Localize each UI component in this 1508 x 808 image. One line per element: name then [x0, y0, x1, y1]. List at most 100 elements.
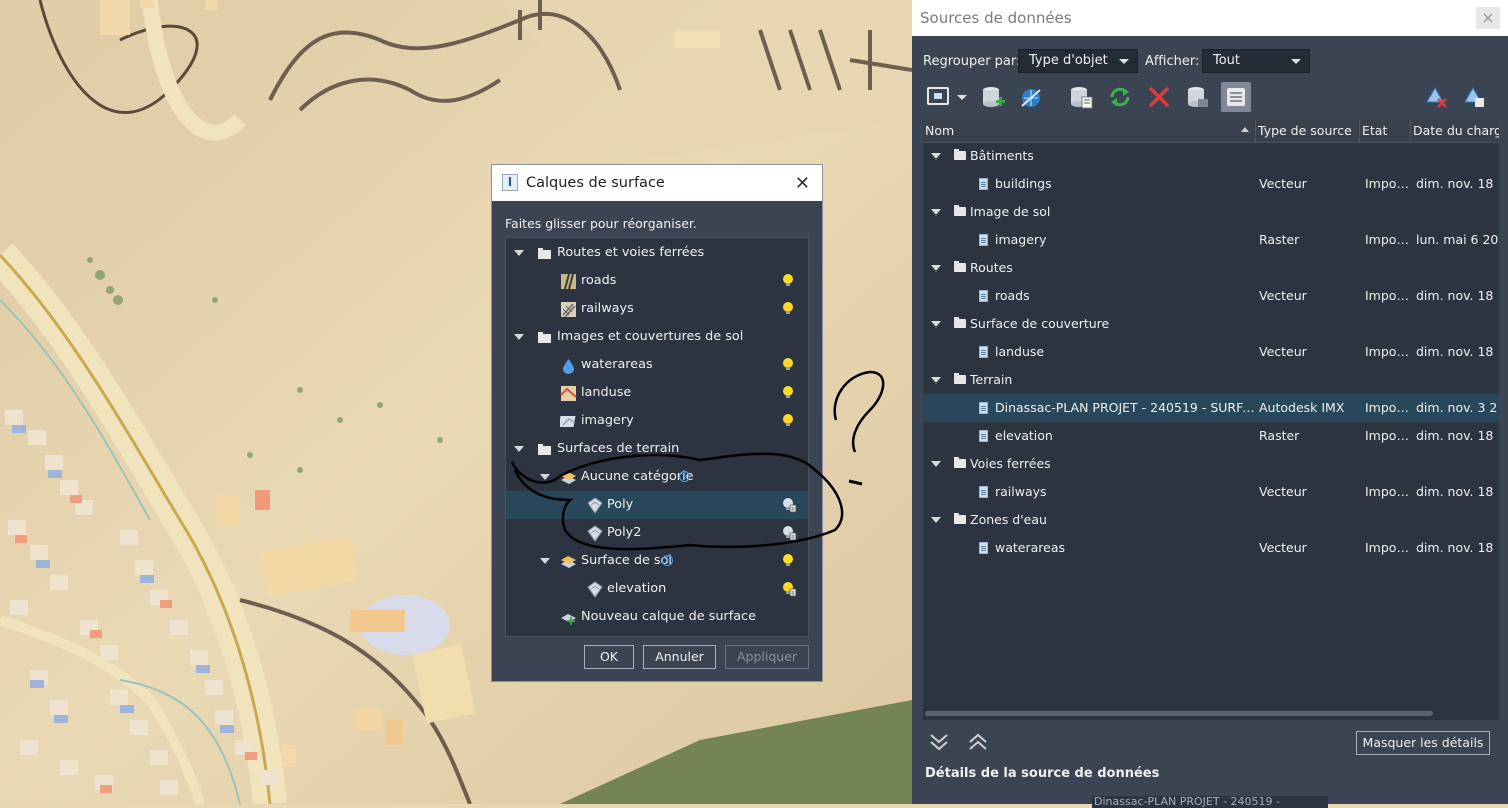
datasource-row[interactable]: buildings Vecteur Importé dim. nov. 18: [923, 170, 1499, 198]
layer-tree-item[interactable]: Images et couvertures de sol: [506, 323, 808, 351]
connect-datasource-button[interactable]: [1016, 82, 1046, 112]
column-header-name[interactable]: Nom: [923, 120, 1256, 142]
remove-style-button[interactable]: [1421, 82, 1451, 112]
data-sources-grid: Nom Type de source Etat Date du charg Bâ…: [923, 120, 1499, 720]
visibility-bulb-icon[interactable]: [782, 553, 796, 569]
collapse-icon[interactable]: [931, 321, 941, 327]
visibility-bulb-icon[interactable]: [782, 301, 796, 317]
collapse-icon[interactable]: [931, 265, 941, 271]
show-select[interactable]: Tout: [1202, 49, 1310, 73]
document-icon: [979, 290, 988, 302]
group-row[interactable]: Image de sol: [923, 198, 1499, 226]
visibility-bulb-icon[interactable]: [782, 413, 796, 429]
datasource-row[interactable]: imagery Raster Importé lun. mai 6 20: [923, 226, 1499, 254]
layer-tree-item[interactable]: railways: [506, 295, 808, 323]
group-row[interactable]: Zones d'eau: [923, 506, 1499, 534]
group-row[interactable]: Surface de couverture: [923, 310, 1499, 338]
group-row[interactable]: Routes: [923, 254, 1499, 282]
visibility-bulb-icon[interactable]: [782, 273, 796, 289]
datasource-row[interactable]: railways Vecteur Importé dim. nov. 18: [923, 478, 1499, 506]
layer-label: Surfaces de terrain: [557, 441, 680, 456]
folder-icon: [538, 248, 551, 259]
ok-button[interactable]: OK: [584, 645, 634, 669]
group-row[interactable]: Terrain: [923, 366, 1499, 394]
data-sources-titlebar: Sources de données ×: [912, 0, 1508, 36]
collapse-icon[interactable]: [540, 474, 550, 480]
datasource-config-button[interactable]: [1183, 82, 1213, 112]
datasource-config-icon: [1188, 87, 1208, 107]
datasource-row[interactable]: landuse Vecteur Importé dim. nov. 18: [923, 338, 1499, 366]
layer-label: Images et couvertures de sol: [557, 329, 744, 344]
datasource-row[interactable]: elevation Raster Importé dim. nov. 18: [923, 422, 1499, 450]
add-datasource-button[interactable]: [978, 82, 1008, 112]
datasource-name: imagery: [995, 232, 1047, 247]
cancel-button[interactable]: Annuler: [643, 645, 716, 669]
hide-details-button[interactable]: Masquer les détails: [1356, 731, 1490, 755]
collapse-icon[interactable]: [931, 153, 941, 159]
dialog-title: Calques de surface: [526, 175, 665, 191]
collapse-icon[interactable]: [514, 446, 524, 452]
collapse-icon[interactable]: [514, 250, 524, 256]
visibility-bulb-icon[interactable]: [782, 581, 796, 597]
datasource-state: Importé: [1365, 540, 1413, 555]
group-by-select[interactable]: Type d'objet: [1018, 49, 1138, 73]
close-icon[interactable]: ×: [1476, 7, 1500, 29]
landuse-icon: [560, 386, 577, 401]
layer-tree-item[interactable]: imagery: [506, 407, 808, 435]
collapse-icon[interactable]: [514, 334, 524, 340]
group-row[interactable]: Bâtiments: [923, 142, 1499, 170]
surface-icon: [587, 581, 603, 598]
details-title: Détails de la source de données: [925, 766, 1160, 781]
layer-tree-item[interactable]: Aucune catégorie i: [506, 463, 808, 491]
datasource-row[interactable]: Dinassac-PLAN PROJET - 240519 - SURFAC..…: [923, 394, 1499, 422]
datasource-row[interactable]: waterareas Vecteur Importé dim. nov. 18: [923, 534, 1499, 562]
edit-style-button[interactable]: [1459, 82, 1489, 112]
layer-tree-item[interactable]: elevation: [506, 575, 808, 603]
column-header-type[interactable]: Type de source: [1256, 120, 1360, 142]
column-header-date[interactable]: Date du charg: [1411, 120, 1499, 142]
document-icon: [979, 402, 988, 414]
layer-tree-item[interactable]: Surfaces de terrain: [506, 435, 808, 463]
datasource-properties-button[interactable]: [1066, 82, 1096, 112]
visibility-bulb-icon[interactable]: [782, 497, 796, 513]
layer-tree-item[interactable]: Poly: [506, 491, 808, 519]
collapse-icon[interactable]: [931, 209, 941, 215]
column-header-state[interactable]: Etat: [1360, 120, 1411, 142]
layer-tree-item[interactable]: Poly2: [506, 519, 808, 547]
details-name-value: Dinassac-PLAN PROJET - 240519 - SURFACES: [1092, 796, 1328, 808]
visibility-bulb-icon[interactable]: [782, 385, 796, 401]
remove-button[interactable]: [1144, 82, 1174, 112]
collapse-icon[interactable]: [931, 517, 941, 523]
info-icon[interactable]: i: [679, 471, 690, 482]
datasource-active-button[interactable]: [1221, 82, 1251, 112]
apply-button[interactable]: Appliquer: [725, 645, 809, 669]
collapse-icon[interactable]: [931, 377, 941, 383]
info-icon[interactable]: i: [662, 555, 673, 566]
expand-all-icon[interactable]: [928, 732, 950, 752]
group-by-label: Regrouper par:: [923, 54, 1021, 69]
layer-label: elevation: [607, 581, 667, 596]
layer-label: imagery: [581, 413, 634, 428]
layer-tree-item[interactable]: Surface de sol i: [506, 547, 808, 575]
select-display-button[interactable]: [924, 82, 970, 112]
datasource-row[interactable]: roads Vecteur Importé dim. nov. 18: [923, 282, 1499, 310]
layer-tree-item[interactable]: landuse: [506, 379, 808, 407]
folder-icon: [954, 205, 966, 216]
refresh-button[interactable]: [1105, 82, 1135, 112]
layer-tree-item[interactable]: Routes et voies ferrées: [506, 239, 808, 267]
select-display-icon: [927, 87, 967, 105]
layer-tree-item[interactable]: roads: [506, 267, 808, 295]
layer-tree-item[interactable]: waterareas: [506, 351, 808, 379]
close-icon[interactable]: ✕: [795, 173, 810, 194]
collapse-icon[interactable]: [931, 461, 941, 467]
document-icon: [979, 234, 988, 246]
datasource-date: dim. nov. 3 2: [1416, 400, 1498, 415]
surface-layer-icon: [561, 472, 576, 484]
layer-tree-item[interactable]: Nouveau calque de surface: [506, 603, 808, 631]
collapse-icon[interactable]: [540, 558, 550, 564]
collapse-all-icon[interactable]: [967, 732, 989, 752]
visibility-bulb-icon[interactable]: [782, 357, 796, 373]
group-row[interactable]: Voies ferrées: [923, 450, 1499, 478]
horizontal-scrollbar[interactable]: [925, 711, 1433, 716]
visibility-bulb-icon[interactable]: [782, 525, 796, 541]
